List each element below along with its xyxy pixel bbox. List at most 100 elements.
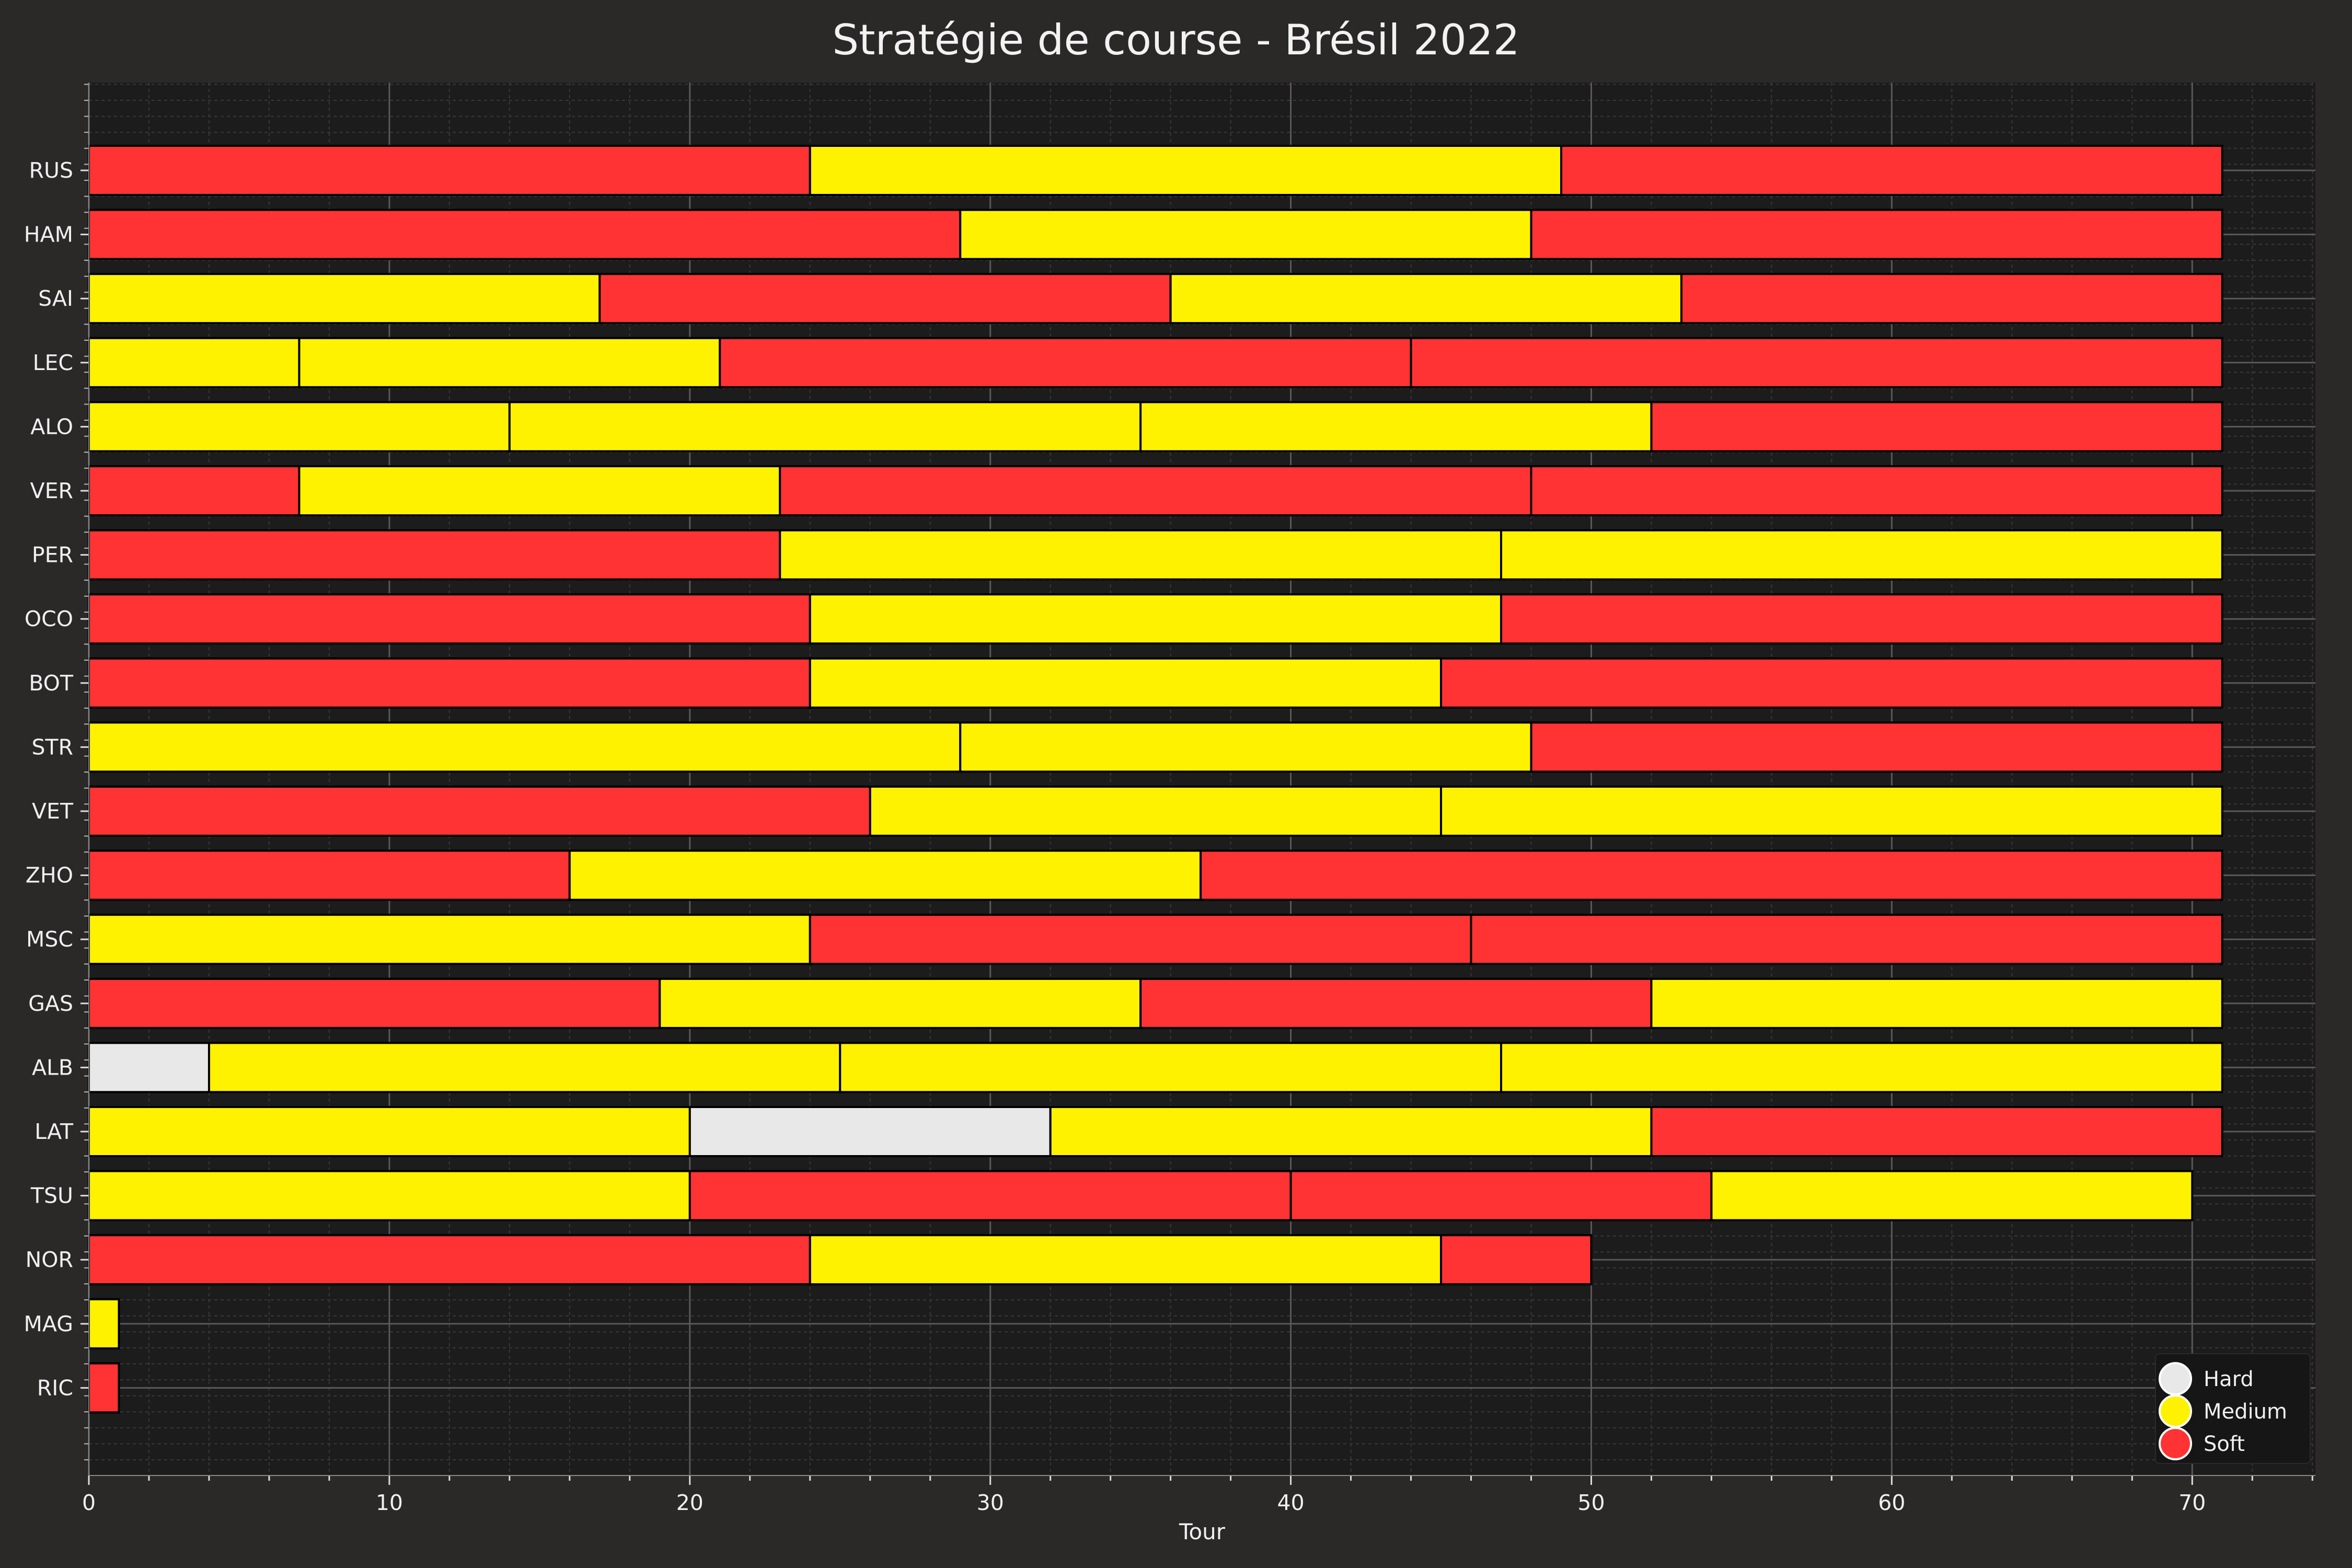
stint-bar-medium <box>839 1042 1503 1093</box>
driver-row-oco <box>88 593 2223 645</box>
chart-stage: Stratégie de course - Brésil 2022 0 10 20 3… <box>0 0 2352 1568</box>
x-tick-label: 50 <box>1577 1490 1605 1515</box>
y-tick-label-gas: GAS <box>28 991 73 1016</box>
stint-bar-soft <box>1530 209 2223 260</box>
stint-bar-soft <box>88 786 871 837</box>
stint-bar-soft <box>1560 145 2223 196</box>
stint-bar-soft <box>1440 1234 1593 1286</box>
x-axis-label: Tour <box>1179 1519 1226 1544</box>
stint-bar-soft <box>1470 914 2223 965</box>
y-tick-label-alo: ALO <box>30 414 73 439</box>
stint-bar-medium <box>809 593 1503 645</box>
y-tick-label-msc: MSC <box>26 927 73 952</box>
x-tick-label: 20 <box>676 1490 704 1515</box>
stint-bar-soft <box>88 529 781 581</box>
stint-bar-medium <box>88 401 511 453</box>
driver-row-tsu <box>88 1170 2194 1221</box>
stint-bar-soft <box>1530 465 2223 516</box>
x-tick-label: 30 <box>977 1490 1004 1515</box>
x-tick-label: 70 <box>2178 1490 2206 1515</box>
y-tick-label-alb: ALB <box>32 1055 73 1080</box>
driver-row-vet <box>88 786 2223 837</box>
stint-bar-soft <box>1139 977 1653 1029</box>
driver-row-lat <box>88 1106 2223 1157</box>
legend-label: Medium <box>2204 1400 2287 1424</box>
driver-row-zho <box>88 849 2223 901</box>
stint-bar-medium <box>1049 1106 1653 1157</box>
driver-row-alo <box>88 401 2223 453</box>
stint-bar-soft <box>88 209 962 260</box>
stint-bar-soft <box>1200 849 2223 901</box>
legend-marker <box>2159 1427 2192 1460</box>
driver-row-msc <box>88 914 2223 965</box>
driver-row-sai <box>88 273 2223 325</box>
y-tick-label-bot: BOT <box>29 671 74 696</box>
driver-row-str <box>88 721 2223 773</box>
stint-bar-soft <box>779 465 1532 516</box>
stint-bar-medium <box>1500 1042 2223 1093</box>
legend: Hard Medium Soft <box>2155 1353 2311 1464</box>
legend-item-medium: Medium <box>2159 1394 2287 1428</box>
stint-bar-soft <box>1440 657 2223 709</box>
stint-bar-medium <box>1650 977 2223 1029</box>
stint-bar-medium <box>207 1042 841 1093</box>
y-tick-label-rus: RUS <box>29 158 73 183</box>
stint-bar-soft <box>809 914 1472 965</box>
stint-bar-soft <box>88 1362 120 1414</box>
driver-row-ham <box>88 209 2223 260</box>
stint-bar-medium <box>88 914 811 965</box>
x-tick-label: 0 <box>82 1490 96 1515</box>
stint-bar-soft <box>1500 593 2223 645</box>
stint-bar-soft <box>1650 401 2223 453</box>
stint-bar-medium <box>959 209 1532 260</box>
stint-bar-medium <box>959 721 1532 773</box>
stint-bar-soft <box>1410 337 2223 388</box>
stint-bar-medium <box>88 1106 691 1157</box>
stint-bar-medium <box>809 145 1563 196</box>
stint-bar-soft <box>88 849 571 901</box>
stint-bar-soft <box>88 657 811 709</box>
legend-item-hard: Hard <box>2159 1362 2254 1396</box>
legend-label: Hard <box>2204 1367 2254 1391</box>
stint-bar-medium <box>298 337 721 388</box>
y-tick-label-sai: SAI <box>38 286 73 311</box>
y-tick-label-ric: RIC <box>37 1375 73 1400</box>
x-tick-label: 60 <box>1878 1490 1905 1515</box>
stint-bar-medium <box>809 657 1443 709</box>
y-tick-label-mag: MAG <box>24 1311 73 1336</box>
y-tick-label-vet: VET <box>32 799 74 824</box>
driver-row-ver <box>88 465 2223 516</box>
stint-bar-soft <box>1289 1170 1713 1221</box>
legend-label: Soft <box>2204 1432 2245 1456</box>
x-axis-ticks: 0 10 20 30 40 50 60 70 <box>82 1475 2315 1515</box>
stint-bar-medium <box>508 401 1142 453</box>
stint-bar-soft <box>688 1170 1292 1221</box>
stint-bar-soft <box>88 977 661 1029</box>
stint-bar-medium <box>1440 786 2223 837</box>
stint-bar-medium <box>298 465 781 516</box>
stint-bar-medium <box>88 1170 691 1221</box>
chart-svg: 0 10 20 30 40 50 60 70 RUS HAM SAI LEC ALO VER PER OCO… <box>24 83 2315 1544</box>
y-tick-label-per: PER <box>32 543 73 568</box>
driver-row-mag <box>88 1298 120 1350</box>
stint-bar-medium <box>88 273 601 325</box>
driver-row-bot <box>88 657 2223 709</box>
stint-bar-medium <box>88 721 962 773</box>
legend-marker <box>2159 1362 2192 1396</box>
stint-bar-medium <box>1710 1170 2194 1221</box>
stint-bar-medium <box>88 337 301 388</box>
stint-bar-medium <box>809 1234 1443 1286</box>
stint-bar-medium <box>568 849 1202 901</box>
y-tick-label-lec: LEC <box>33 350 73 375</box>
driver-row-gas <box>88 977 2223 1029</box>
driver-row-alb <box>88 1042 2223 1093</box>
stint-bar-medium <box>88 1298 120 1350</box>
stint-bar-soft <box>719 337 1412 388</box>
stint-bar-soft <box>598 273 1172 325</box>
legend-marker <box>2159 1394 2192 1428</box>
stint-bar-hard <box>88 1042 210 1093</box>
y-tick-label-ver: VER <box>30 478 73 503</box>
stint-bar-medium <box>1500 529 2223 581</box>
x-tick-label: 40 <box>1277 1490 1305 1515</box>
y-tick-label-zho: ZHO <box>26 863 73 888</box>
